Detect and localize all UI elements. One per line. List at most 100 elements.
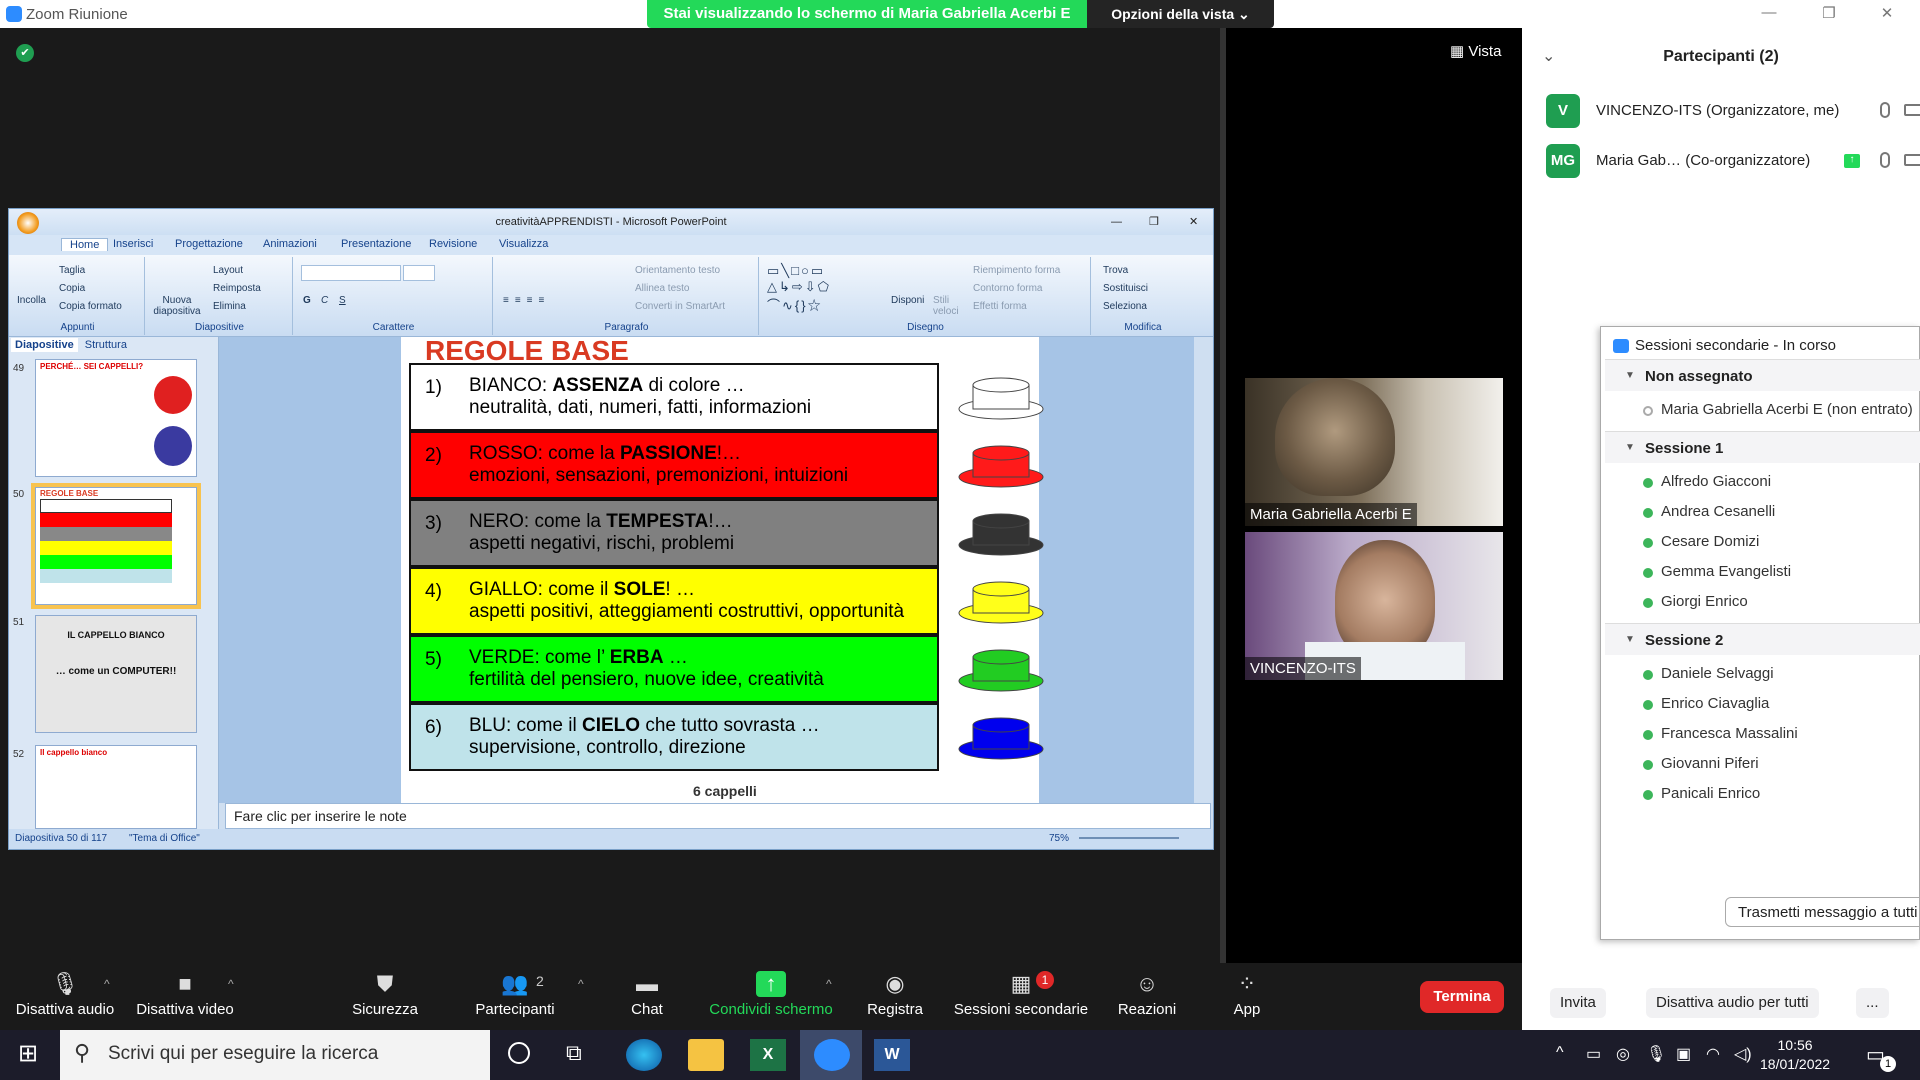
slide-thumbnail-50[interactable]: REGOLE BASE: [31, 483, 201, 609]
minimize-button[interactable]: —: [1754, 4, 1784, 24]
copia-button[interactable]: Copia: [59, 283, 85, 294]
allinea-testo-button[interactable]: Allinea testo: [635, 283, 689, 294]
reimposta-button[interactable]: Reimposta: [213, 283, 261, 294]
mute-audio-button[interactable]: 🎙 Disattiva audio: [0, 963, 130, 1030]
seleziona-button[interactable]: Seleziona: [1103, 301, 1147, 312]
broadcast-message-button[interactable]: Trasmetti messaggio a tutti: [1725, 897, 1920, 927]
effetti-forma-button[interactable]: Effetti forma: [973, 301, 1027, 312]
disponi-button[interactable]: Disponi: [891, 295, 924, 306]
record-button[interactable]: ◉ Registra: [830, 963, 960, 1030]
camera-icon[interactable]: [1904, 154, 1920, 166]
security-shield-icon[interactable]: ✔: [16, 44, 34, 62]
sostituisci-button[interactable]: Sostituisci: [1103, 283, 1148, 294]
word-icon[interactable]: W: [874, 1039, 910, 1071]
breakout-member[interactable]: Gemma Evangelisti: [1643, 563, 1791, 580]
current-slide[interactable]: REGOLE BASE 1) BIANCO: ASSENZA di colore …: [401, 335, 1044, 803]
breakout-member[interactable]: Daniele Selvaggi: [1643, 665, 1774, 682]
share-screen-button[interactable]: ↑ Condividi schermo: [706, 963, 836, 1030]
edge-browser-icon[interactable]: [626, 1039, 662, 1071]
participant-row[interactable]: MG Maria Gab… (Co-organizzatore) ↑: [1546, 144, 1920, 180]
camera-tray-icon[interactable]: ◎: [1616, 1044, 1630, 1064]
tab-revisione[interactable]: Revisione: [429, 238, 477, 250]
tab-presentazione[interactable]: Presentazione: [341, 238, 411, 250]
task-view-icon[interactable]: ⧉: [566, 1040, 582, 1066]
layout-button[interactable]: Layout: [213, 265, 243, 276]
tab-home[interactable]: Home: [61, 238, 109, 251]
mute-all-button[interactable]: Disattiva audio per tutti: [1646, 988, 1819, 1018]
chat-button[interactable]: ▬ Chat: [582, 963, 712, 1030]
close-button[interactable]: ✕: [1872, 4, 1902, 24]
panel-divider[interactable]: [1220, 28, 1226, 963]
invite-button[interactable]: Invita: [1550, 988, 1606, 1018]
converti-smartart-button[interactable]: Converti in SmartArt: [635, 301, 725, 312]
riempimento-forma-button[interactable]: Riempimento forma: [973, 265, 1060, 276]
slide-thumbnail-52[interactable]: Il cappello bianco: [35, 745, 197, 829]
volume-icon[interactable]: ◁): [1734, 1044, 1752, 1064]
slide-thumbnail-51[interactable]: IL CAPPELLO BIANCO … come un COMPUTER!!: [35, 615, 197, 733]
breakout-member[interactable]: Giorgi Enrico: [1643, 593, 1748, 610]
participant-row[interactable]: V VINCENZO-ITS (Organizzatore, me): [1546, 94, 1920, 130]
breakout-member[interactable]: Cesare Domizi: [1643, 533, 1759, 550]
view-options-button[interactable]: Opzioni della vista ⌄: [1087, 0, 1274, 28]
camera-icon[interactable]: [1904, 104, 1920, 116]
file-explorer-icon[interactable]: [688, 1039, 724, 1071]
stili-veloci-button[interactable]: Stili veloci: [933, 295, 963, 317]
breakout-member[interactable]: Andrea Cesanelli: [1643, 503, 1775, 520]
taskbar-clock[interactable]: 10:56 18/01/2022: [1760, 1036, 1830, 1074]
zoom-slider[interactable]: [1079, 837, 1179, 849]
tab-diapositive[interactable]: Diapositive: [11, 338, 78, 352]
cortana-icon[interactable]: [508, 1042, 530, 1064]
taskbar-search-box[interactable]: ⚲ Scrivi qui per eseguire la ricerca: [60, 1030, 490, 1080]
ppt-minimize-button[interactable]: —: [1111, 209, 1122, 235]
tab-struttura[interactable]: Struttura: [81, 338, 131, 352]
breakout-member[interactable]: Enrico Ciavaglia: [1643, 695, 1769, 712]
tab-animazioni[interactable]: Animazioni: [263, 238, 317, 250]
office-button[interactable]: [17, 212, 39, 234]
breakout-section-header[interactable]: ▼ Sessione 2: [1605, 623, 1920, 655]
participants-button[interactable]: 👥 Partecipanti: [450, 963, 580, 1030]
incolla-button[interactable]: Incolla: [17, 295, 46, 306]
taglia-button[interactable]: Taglia: [59, 265, 85, 276]
tab-inserisci[interactable]: Inserisci: [113, 238, 153, 250]
ppt-close-button[interactable]: ✕: [1189, 209, 1198, 235]
breakout-member[interactable]: Maria Gabriella Acerbi E (non entrato): [1643, 401, 1913, 418]
microphone-icon[interactable]: [1880, 152, 1890, 168]
audio-options-chevron-icon[interactable]: ^: [104, 977, 110, 991]
notes-field[interactable]: Fare clic per inserire le note: [225, 803, 1211, 829]
slide-thumbnail-49[interactable]: PERCHÉ… SEI CAPPELLI?: [35, 359, 197, 477]
vista-button[interactable]: ▦ Vista: [1450, 42, 1501, 60]
elimina-button[interactable]: Elimina: [213, 301, 246, 312]
end-meeting-button[interactable]: Termina: [1420, 981, 1504, 1013]
video-options-chevron-icon[interactable]: ^: [228, 977, 234, 991]
align-buttons[interactable]: ≡≡≡≡: [503, 295, 550, 306]
breakout-section-header[interactable]: ▼ Non assegnato: [1605, 359, 1920, 391]
excel-icon[interactable]: X: [750, 1039, 786, 1071]
wifi-icon[interactable]: ◠: [1706, 1044, 1720, 1064]
video-tile-vincenzo[interactable]: VINCENZO-ITS: [1245, 532, 1503, 680]
underline-button[interactable]: S: [339, 295, 346, 306]
show-hidden-icons-chevron[interactable]: ^: [1556, 1044, 1564, 1062]
ppt-restore-button[interactable]: ❐: [1149, 209, 1159, 235]
video-tile-maria[interactable]: Maria Gabriella Acerbi E: [1245, 378, 1503, 526]
italic-button[interactable]: C: [321, 295, 328, 306]
breakout-member[interactable]: Francesca Massalini: [1643, 725, 1798, 742]
stop-video-button[interactable]: ■ Disattiva video: [120, 963, 250, 1030]
contorno-forma-button[interactable]: Contorno forma: [973, 283, 1042, 294]
tab-visualizza[interactable]: Visualizza: [499, 238, 548, 250]
breakout-member[interactable]: Alfredo Giacconi: [1643, 473, 1771, 490]
microphone-icon[interactable]: [1880, 102, 1890, 118]
shapes-gallery[interactable]: ▭╲□○▭ △↳⇨⇩⬠ ⌒∿{}☆: [767, 263, 831, 314]
microphone-tray-icon[interactable]: 🎙: [1646, 1044, 1666, 1064]
breakout-member[interactable]: Panicali Enrico: [1643, 785, 1760, 802]
battery-icon[interactable]: ▭: [1586, 1044, 1601, 1064]
breakout-rooms-button[interactable]: ▦ Sessioni secondarie: [950, 963, 1092, 1030]
apps-button[interactable]: ⁘ App: [1182, 963, 1312, 1030]
more-button[interactable]: ...: [1856, 988, 1889, 1018]
windows-start-icon[interactable]: ⊞: [18, 1042, 38, 1066]
nuova-diapositiva-button[interactable]: Nuova diapositiva: [151, 295, 203, 317]
restore-button[interactable]: ❐: [1814, 4, 1844, 24]
breakout-member[interactable]: Giovanni Piferi: [1643, 755, 1759, 772]
trova-button[interactable]: Trova: [1103, 265, 1128, 276]
tab-progettazione[interactable]: Progettazione: [175, 238, 243, 250]
orientamento-testo-button[interactable]: Orientamento testo: [635, 265, 720, 276]
